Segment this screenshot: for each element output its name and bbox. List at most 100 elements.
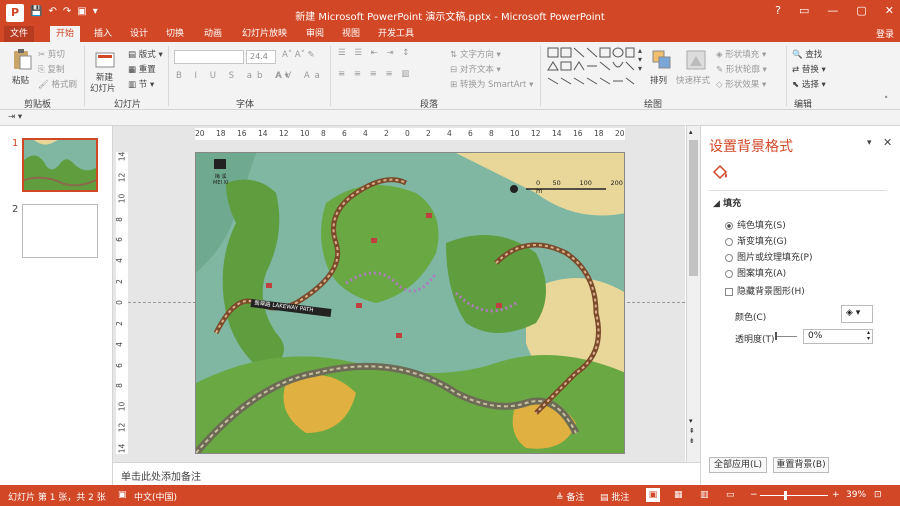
zoom-level[interactable]: 39%: [846, 490, 866, 500]
zoom-in-icon[interactable]: +: [832, 490, 840, 500]
panel-options-icon[interactable]: ▾: [867, 138, 872, 148]
arrange-button[interactable]: 排列: [650, 74, 667, 86]
option-pattern-fill[interactable]: 图案填充(A): [725, 266, 786, 279]
paste-icon[interactable]: [10, 48, 34, 72]
ruler-tick-label: 12: [531, 129, 541, 138]
slide-thumbnail-1[interactable]: [22, 138, 98, 192]
slide-sorter-icon[interactable]: ▦: [674, 490, 683, 500]
tab-slideshow[interactable]: 幻灯片放映: [236, 26, 293, 42]
tab-review[interactable]: 审阅: [300, 26, 330, 42]
vertical-scrollbar[interactable]: ▴ ▾ ⇞ ⇟: [686, 126, 700, 462]
tab-home[interactable]: 开始: [50, 26, 81, 42]
reading-view-icon[interactable]: ▥: [700, 490, 709, 500]
panel-close-icon[interactable]: ✕: [883, 136, 892, 149]
new-slide-icon[interactable]: [94, 48, 118, 72]
collapse-ribbon-icon[interactable]: ˄: [884, 96, 888, 106]
normal-view-icon[interactable]: ▣: [646, 488, 660, 502]
sign-in-link[interactable]: 登录: [876, 27, 894, 40]
language-status[interactable]: 中文(中国): [134, 490, 177, 503]
title-bar: P 💾 ↶ ↷ ▣ ▾ 新建 Microsoft PowerPoint 演示文稿…: [0, 0, 900, 26]
tab-developer[interactable]: 开发工具: [372, 26, 420, 42]
fit-to-window-icon[interactable]: ⊡: [874, 490, 882, 500]
customize-toolbar-icon[interactable]: ⇥ ▾: [8, 112, 22, 122]
quick-styles-icon[interactable]: [684, 48, 708, 72]
zoom-out-icon[interactable]: −: [750, 490, 758, 500]
new-slide-button-line2[interactable]: 幻灯片: [90, 82, 116, 94]
tab-design[interactable]: 设计: [124, 26, 154, 42]
horizontal-ruler: 20 18 16 14 12 10 8 6 4 2 0 2 4 6 8 10 12 14 16 18 20: [195, 128, 625, 140]
shape-outline-button[interactable]: ✎ 形状轮廓 ▾: [716, 63, 767, 75]
slide-thumbnail-2[interactable]: [22, 204, 98, 258]
find-button[interactable]: 🔍 查找: [792, 48, 822, 60]
scrollbar-thumb[interactable]: [689, 140, 698, 276]
quick-styles-button[interactable]: 快速样式: [676, 74, 710, 86]
color-picker-button[interactable]: ◈ ▾: [841, 305, 873, 323]
minimize-icon[interactable]: —: [827, 4, 838, 17]
copy-button[interactable]: ⎘ 复制: [38, 63, 65, 75]
editing-group-label: 编辑: [794, 100, 813, 110]
tab-insert[interactable]: 插入: [88, 26, 118, 42]
shape-fill-button[interactable]: ◈ 形状填充 ▾: [716, 48, 766, 60]
fill-section-header[interactable]: ◢ 填充: [713, 196, 741, 209]
format-painter-button[interactable]: 🖌 格式刷: [38, 78, 77, 90]
transparency-slider[interactable]: [775, 336, 797, 337]
shapes-gallery[interactable]: [546, 46, 636, 92]
effects-icon: ◇: [716, 80, 726, 90]
ruler-tick-label: 14: [552, 129, 562, 138]
fill-bucket-icon[interactable]: [711, 164, 729, 180]
zoom-slider-track[interactable]: [760, 495, 828, 496]
map-logo: 梅 溪 MEI XI: [213, 174, 229, 186]
option-picture-fill[interactable]: 图片或纹理填充(P): [725, 250, 812, 263]
paste-button[interactable]: 粘贴: [12, 74, 29, 86]
maximize-icon[interactable]: ▢: [856, 4, 866, 17]
transparency-slider-handle[interactable]: [775, 332, 777, 340]
tab-transitions[interactable]: 切换: [160, 26, 190, 42]
hide-background-checkbox[interactable]: 隐藏背景图形(H): [725, 284, 805, 297]
arrange-icon[interactable]: [650, 48, 674, 72]
apply-all-button[interactable]: 全部应用(L): [709, 457, 767, 473]
transparency-input[interactable]: 0% ▴ ▾: [803, 329, 873, 344]
font-size-combo[interactable]: 24.4: [246, 50, 276, 64]
text-direction-button[interactable]: ⇅ 文字方向 ▾: [450, 48, 501, 60]
clipboard-group-label: 剪贴板: [24, 100, 52, 110]
cut-button[interactable]: ✂ 剪切: [38, 48, 65, 60]
slide-canvas[interactable]: 0 50 100 200 m 梅 溪 MEI XI 翡翠路 LAKEWAY PAT…: [195, 152, 625, 454]
notes-toggle-button[interactable]: ≜ 备注: [556, 490, 584, 503]
font-color-icon[interactable]: A ▾: [276, 71, 289, 81]
ruler-tick-label: 14: [117, 151, 127, 162]
comments-toggle-button[interactable]: ▤ 批注: [600, 490, 629, 503]
tab-view[interactable]: 视图: [336, 26, 366, 42]
select-button[interactable]: ⬉ 选择 ▾: [792, 78, 826, 90]
ribbon-separator: [540, 46, 541, 106]
font-group-label: 字体: [236, 100, 255, 110]
align-text-button[interactable]: ⊟ 对齐文本 ▾: [450, 63, 501, 75]
ruler-tick-label: 8: [321, 129, 326, 138]
alignment-buttons[interactable]: ≡ ≡ ≡ ≡ ▥: [338, 69, 412, 79]
tab-animations[interactable]: 动画: [198, 26, 228, 42]
slides-group-label: 幻灯片: [114, 100, 142, 110]
scroll-up-icon[interactable]: ▴: [689, 128, 693, 136]
section-button[interactable]: ▥ 节 ▾: [128, 78, 154, 90]
smartart-button[interactable]: ⊞ 转换为 SmartArt ▾: [450, 78, 533, 90]
ribbon-display-icon[interactable]: ▭: [799, 4, 809, 17]
reset-background-button[interactable]: 重置背景(B): [773, 457, 829, 473]
layout-button[interactable]: ▤ 版式 ▾: [128, 48, 163, 60]
tab-file[interactable]: 文件: [4, 26, 35, 42]
scroll-page-controls[interactable]: ▾ ⇞ ⇟: [689, 416, 695, 446]
list-buttons[interactable]: ☰ ☰ ⇤ ⇥ ↕: [338, 48, 412, 58]
grow-font-icon[interactable]: A˄ A˅ ✎: [282, 50, 315, 60]
zoom-slider-handle[interactable]: [783, 491, 787, 500]
slideshow-view-icon[interactable]: ▭: [726, 490, 735, 500]
option-gradient-fill[interactable]: 渐变填充(G): [725, 234, 787, 247]
replace-button[interactable]: ⇄ 替换 ▾: [792, 63, 826, 75]
font-format-buttons[interactable]: B I U S ab AV Aa: [176, 71, 325, 81]
option-solid-fill[interactable]: 纯色填充(S): [725, 218, 786, 231]
spellcheck-icon[interactable]: ▣: [118, 490, 127, 500]
close-icon[interactable]: ✕: [885, 4, 894, 17]
notes-placeholder[interactable]: 单击此处添加备注: [113, 462, 700, 485]
font-name-combo[interactable]: [174, 50, 244, 64]
reset-button[interactable]: ▦ 重置: [128, 63, 156, 75]
help-icon[interactable]: ?: [775, 4, 781, 17]
shapes-scroll-icon[interactable]: ▴ ▾ ▾: [638, 46, 642, 73]
shape-effects-button[interactable]: ◇ 形状效果 ▾: [716, 78, 766, 90]
